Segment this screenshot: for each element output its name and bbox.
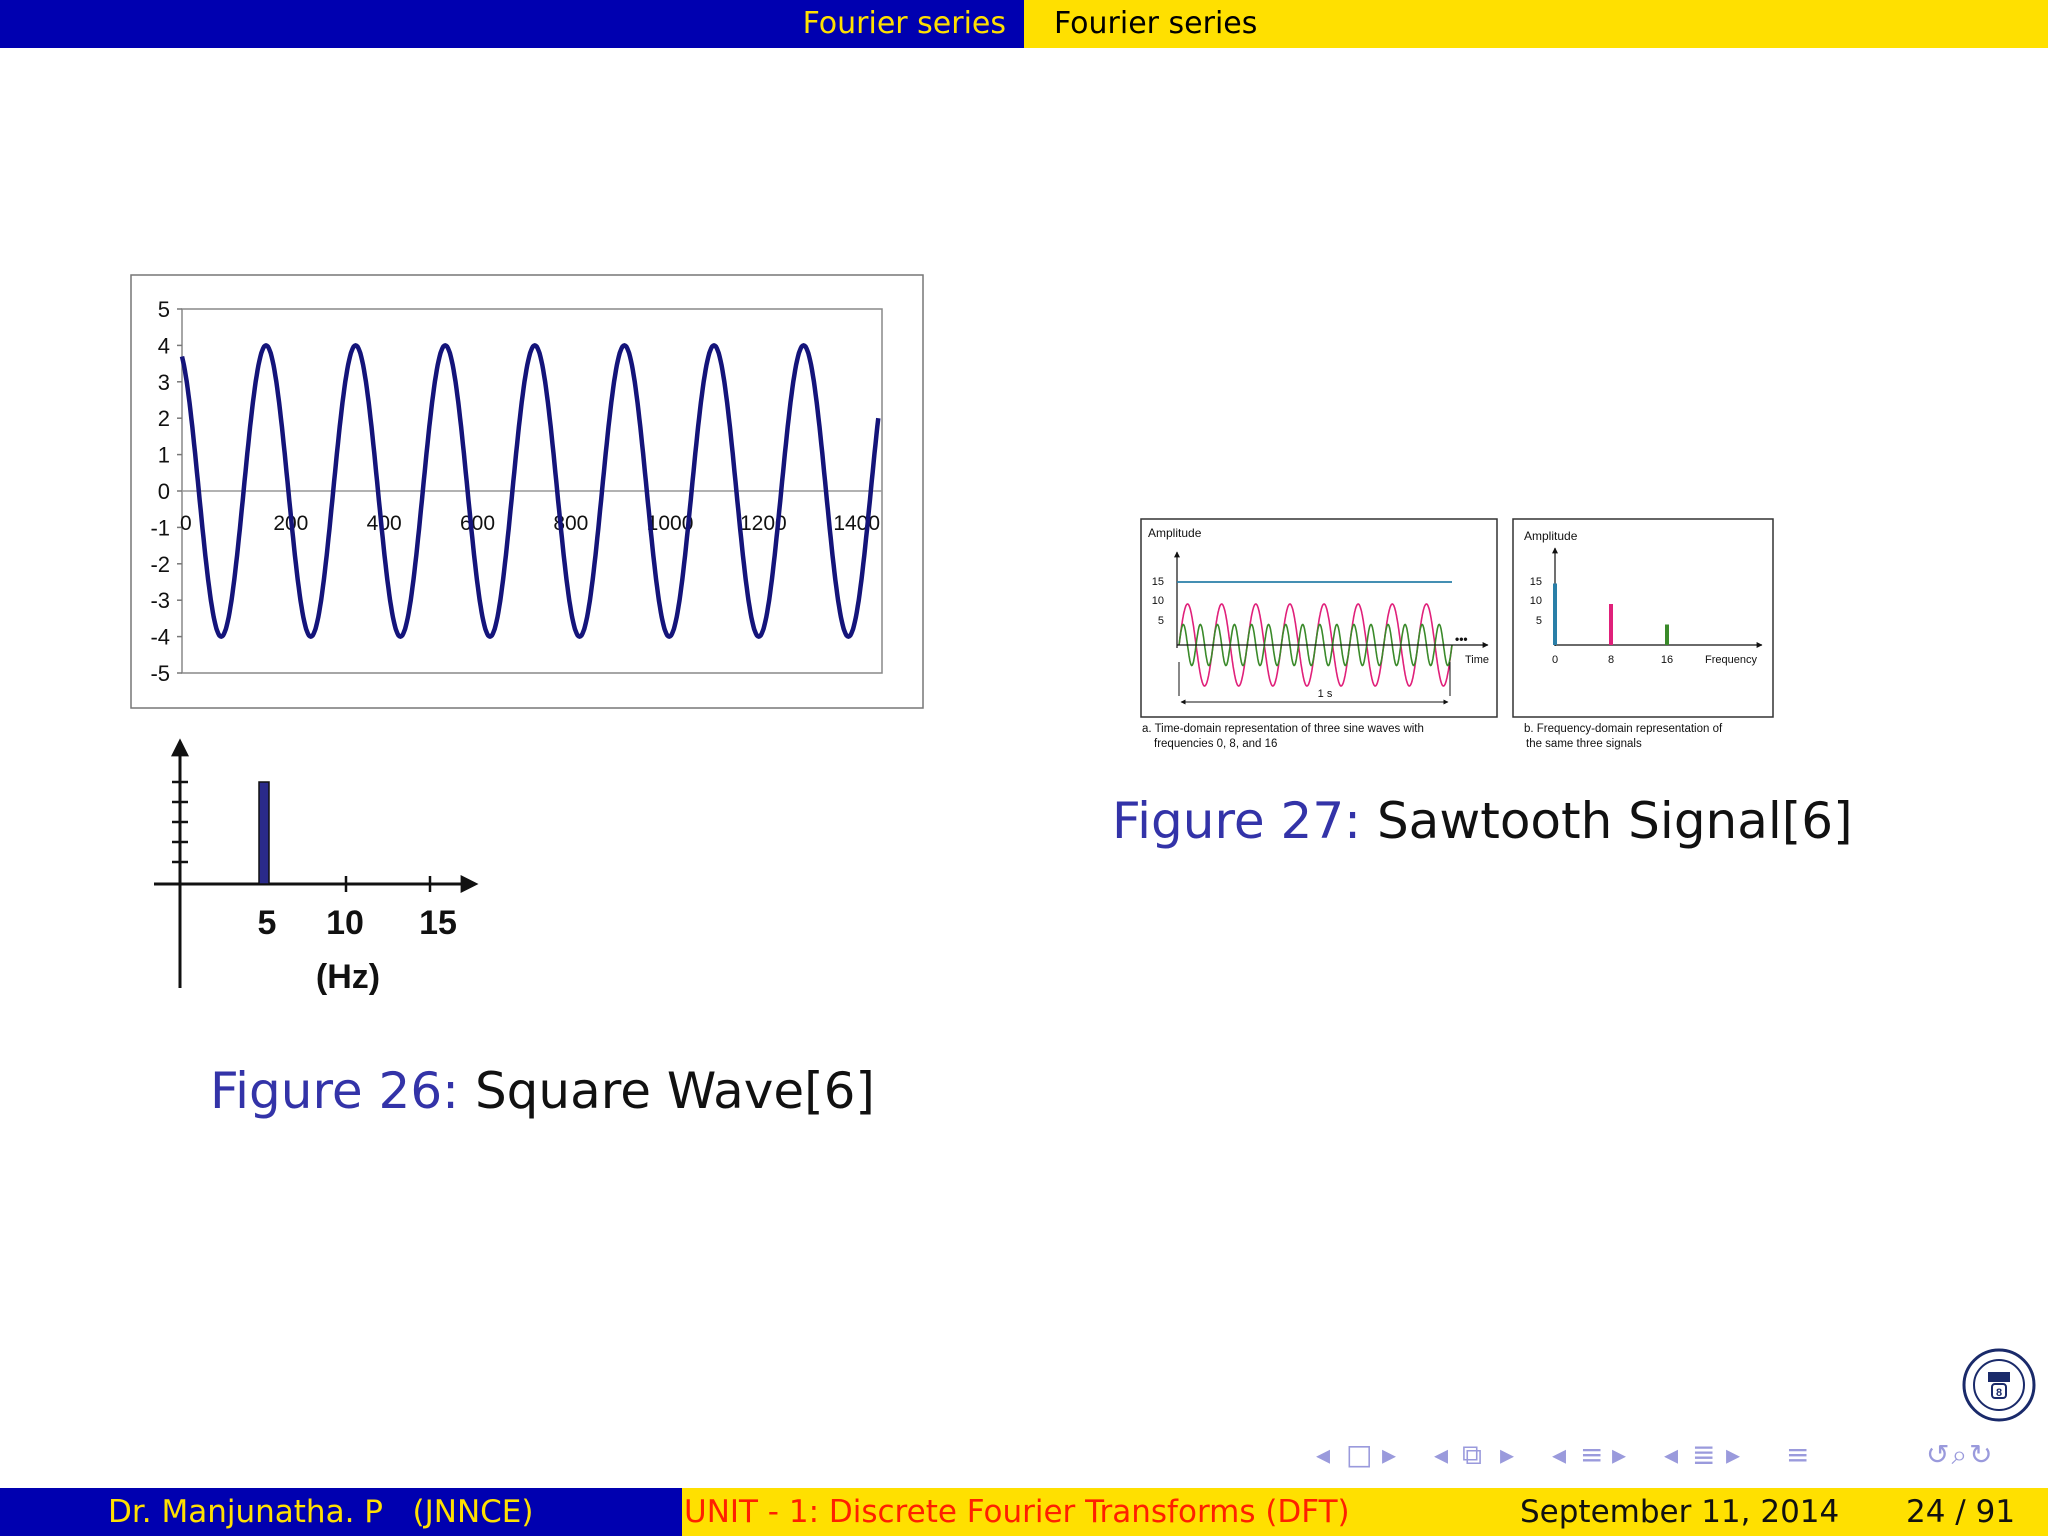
arrow-right-icon[interactable]: ▸ [1726,1438,1740,1471]
x-tick-label: 1400 [833,512,880,535]
spectrum-bar [258,781,270,885]
header-section-title[interactable]: Fourier series [803,6,1006,41]
x-tick-label-10: 10 [326,904,364,942]
y-tick-label: -2 [150,552,170,577]
arrow-left-icon[interactable]: ◂ [1664,1438,1678,1471]
panel-b-x-tick-8: 8 [1608,654,1614,666]
frames-icon[interactable]: ⧉ [1462,1438,1482,1472]
panel-b-ylabel: Amplitude [1524,529,1578,543]
panel-a-ylabel: Amplitude [1148,526,1202,540]
x-tick-label-15: 15 [419,904,457,942]
panel-b-note-line2: the same three signals [1526,738,1642,750]
arrow-left-icon[interactable]: ◂ [1434,1438,1448,1471]
y-tick-label: 5 [158,297,170,322]
align-icon[interactable]: ≡ [1786,1438,1809,1471]
arrow-right-icon[interactable]: ▸ [1612,1438,1626,1471]
frame-icon[interactable]: □ [1346,1438,1372,1471]
footer-date-bar: September 11, 2014 24 / 91 [1366,1488,2048,1536]
y-tick-label: 1 [158,443,170,468]
search-icon[interactable]: ↺⌕↻ [1926,1438,1995,1472]
panel-b-frame [1512,518,1774,718]
duration-label: 1 s [1318,688,1333,700]
subsection-icon[interactable]: ≣ [1692,1438,1715,1471]
panel-b-y-tick-5: 5 [1536,615,1542,627]
y-tick-label: 3 [158,370,170,395]
svg-text:8: 8 [1996,1387,2002,1399]
arrow-left-icon[interactable]: ◂ [1316,1438,1330,1471]
footer-author-bar: Dr. Manjunatha. P (JNNCE) [0,1488,682,1536]
y-tick-label: -4 [150,625,170,650]
x-tick-label: 0 [180,512,192,535]
figure26-spectrum: 5 10 15 (Hz) [154,738,479,996]
panel-b-xlabel: Frequency [1705,654,1757,666]
beamer-navigation: ◂ □ ▸ ◂ ⧉ ▸ ◂ ≡ ▸ ◂ ≣ ▸ ≡ ↺⌕↻ [1316,1438,2036,1474]
header-section-bar: Fourier series [0,0,1024,48]
header-subsection-bar: Fourier series [1024,0,2048,48]
figure27-caption-text: Sawtooth Signal[6] [1376,792,1853,850]
y-tick-label: 0 [158,479,170,504]
figure26-caption: Figure 26: Square Wave[6] [210,1062,875,1120]
arrow-left-icon[interactable]: ◂ [1552,1438,1566,1471]
panel-a-y-tick-5: 5 [1158,615,1164,627]
y-tick-label: -1 [150,515,170,540]
figure27-label: Figure 27: [1112,792,1362,850]
x-tick-label-5: 5 [258,904,277,942]
panel-b-y-tick-10: 10 [1530,595,1542,607]
header-subsection-title[interactable]: Fourier series [1054,6,1257,41]
section-icon[interactable]: ≡ [1580,1438,1603,1471]
spectrum-bar-16 [1665,624,1669,645]
footer-date: September 11, 2014 [1520,1494,1840,1530]
panel-b-note-line1: b. Frequency-domain representation of [1524,723,1723,735]
college-seal-logo: 8 [1962,1348,2036,1422]
footer-title: UNIT - 1: Discrete Fourier Transforms (D… [684,1494,1350,1530]
panel-b-x-tick-0: 0 [1552,654,1558,666]
figure27-caption: Figure 27: Sawtooth Signal[6] [1112,792,1853,850]
figure26-caption-text: Square Wave[6] [474,1062,875,1120]
y-tick-label: -3 [150,588,170,613]
footer-author: Dr. Manjunatha. P (JNNCE) [108,1494,534,1530]
figure27-time-domain: Amplitude 15 10 5 ••• Time 1 s a. Time-d… [1140,518,1498,750]
figure26-label: Figure 26: [210,1062,460,1120]
panel-a-xlabel: Time [1465,654,1489,666]
arrow-right-icon[interactable]: ▸ [1500,1438,1514,1471]
y-tick-label: 4 [158,333,170,358]
arrow-right-icon[interactable]: ▸ [1382,1438,1396,1471]
panel-b-x-tick-16: 16 [1661,654,1673,666]
figure26-time-plot: 543210-1-2-3-4-5 0 200 400 600 800 1000 1200 14… [130,274,924,709]
figure27-frequency-domain: Amplitude 15 10 5 0 8 16 Frequency b. Fr… [1512,518,1774,750]
panel-a-y-tick-10: 10 [1152,595,1164,607]
y-tick-label: -5 [150,661,170,686]
panel-a-y-tick-15: 15 [1152,576,1164,588]
panel-a-note-line1: a. Time-domain representation of three s… [1142,723,1424,735]
y-tick-label: 2 [158,406,170,431]
panel-a-ellipsis: ••• [1455,632,1468,646]
spectrum-bar-8 [1609,604,1613,645]
x-tick-label: 600 [460,512,495,535]
panel-b-y-tick-15: 15 [1530,576,1542,588]
footer-title-bar: UNIT - 1: Discrete Fourier Transforms (D… [682,1488,1366,1536]
spectrum-bar-0 [1553,583,1557,645]
panel-a-note-line2: frequencies 0, 8, and 16 [1154,738,1277,750]
footer-page-number: 24 / 91 [1906,1494,2016,1530]
frequency-unit-label: (Hz) [316,958,380,996]
